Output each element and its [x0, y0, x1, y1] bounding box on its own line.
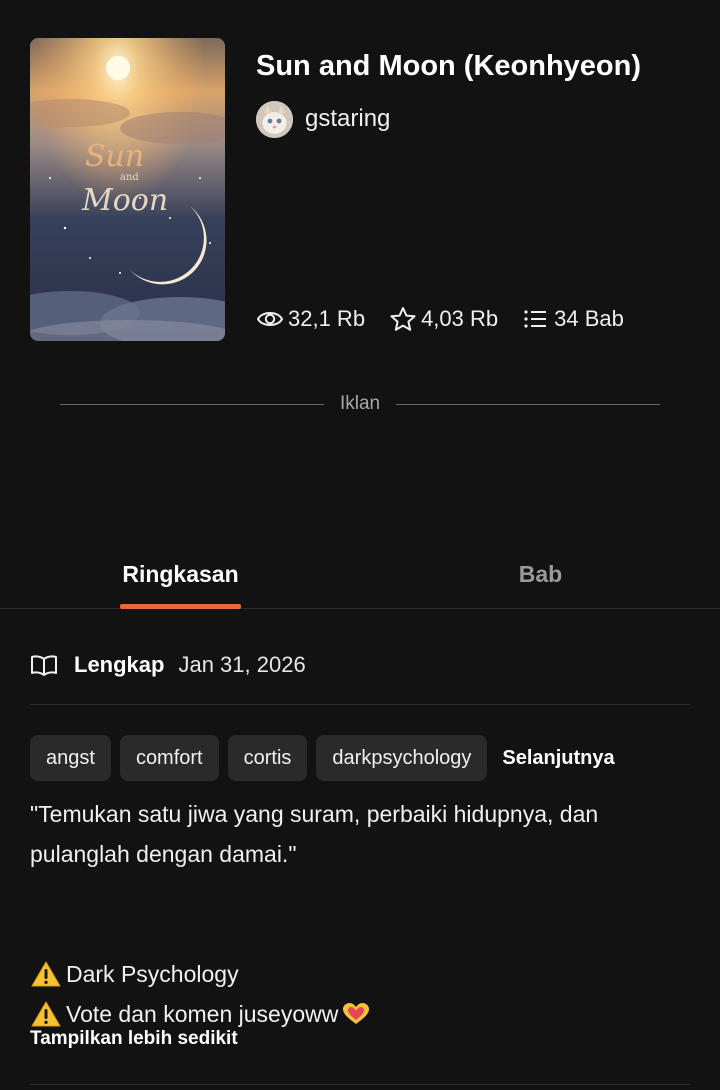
book-description: "Temukan satu jiwa yang suram, perbaiki … — [30, 794, 690, 1034]
bottom-divider — [30, 1084, 690, 1085]
details-divider — [30, 704, 690, 705]
ad-divider: Iklan — [60, 392, 661, 416]
votes-count: 4,03 Rb — [421, 306, 499, 331]
book-title: Sun and Moon (Keonhyeon) — [256, 50, 642, 82]
list-icon — [524, 310, 547, 328]
tag-chip[interactable]: comfort — [119, 735, 219, 781]
status-label: Lengkap — [74, 652, 165, 677]
votes-stat: 4,03 Rb — [389, 306, 498, 332]
cover-title-and: and — [120, 172, 139, 183]
status-date: Jan 31, 2026 — [178, 652, 306, 677]
warning-line: Dark Psychology — [30, 954, 690, 994]
reads-count: 32,1 Rb — [288, 306, 366, 331]
eye-icon — [256, 312, 284, 326]
book-stats: 32,1 Rb 4,03 Rb 34 Bab — [256, 302, 648, 336]
tab-bar: Ringkasan Bab — [0, 540, 720, 609]
book-icon — [31, 655, 57, 676]
cover-title-moon: Moon — [81, 183, 168, 218]
author-link[interactable]: gstaring — [256, 100, 390, 138]
divider-line-left — [60, 403, 324, 405]
tab-summary-label: Ringkasan — [122, 560, 239, 587]
warning-icon — [31, 1001, 61, 1027]
warning-text-1: Dark Psychology — [66, 961, 239, 987]
reads-stat: 32,1 Rb — [256, 306, 365, 332]
book-cover: Sun and Moon — [30, 38, 225, 341]
author-name[interactable]: gstaring — [305, 105, 390, 133]
avatar — [256, 100, 293, 138]
star-icon — [390, 307, 416, 331]
tag-chip[interactable]: cortis — [227, 735, 308, 781]
active-tab-indicator — [120, 604, 241, 609]
cover-title-sun: Sun — [85, 139, 144, 174]
tag-list: angst comfort cortis darkpsychology Sela… — [30, 735, 615, 781]
tag-chip[interactable]: angst — [30, 735, 111, 781]
completion-status: Lengkap Jan 31, 2026 — [30, 646, 306, 684]
parts-count: 34 Bab — [554, 306, 624, 331]
show-less-button[interactable]: Tampilkan lebih sedikit — [30, 1028, 238, 1050]
tag-chip[interactable]: darkpsychology — [316, 735, 488, 781]
description-quote: "Temukan satu jiwa yang suram, perbaiki … — [30, 801, 599, 867]
tab-chapters[interactable]: Bab — [500, 540, 581, 608]
tab-summary[interactable]: Ringkasan — [120, 540, 241, 609]
tab-chapters-label: Bab — [518, 560, 563, 587]
ad-label: Iklan — [339, 393, 381, 414]
warning-icon — [31, 961, 61, 987]
heart-hands-icon — [343, 1003, 370, 1024]
divider-line-right — [396, 403, 661, 405]
parts-stat: 34 Bab — [522, 306, 624, 332]
more-tags-button[interactable]: Selanjutnya — [502, 747, 614, 770]
